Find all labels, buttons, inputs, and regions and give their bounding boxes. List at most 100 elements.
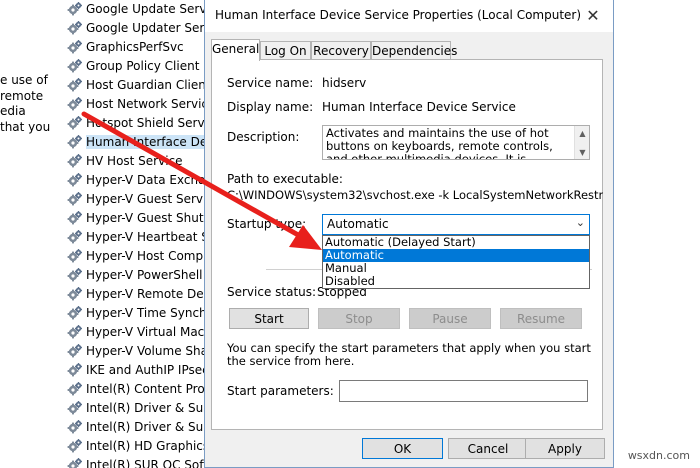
stop-button[interactable]: Stop — [318, 308, 400, 329]
service-row[interactable]: Hyper-V Guest Service — [64, 189, 214, 208]
service-row[interactable]: Intel(R) Driver & Suppo — [64, 417, 214, 436]
close-icon: ✕ — [586, 6, 600, 25]
service-name: Intel(R) Content Protec — [86, 381, 214, 396]
start-button[interactable]: Start — [229, 308, 309, 329]
service-row[interactable]: Intel(R) HD Graphics C — [64, 436, 214, 455]
service-name: HV Host Service — [86, 153, 183, 168]
service-name: Hyper-V Data Exchang — [86, 172, 214, 187]
service-name: Hyper-V PowerShell Di — [86, 267, 214, 282]
service-row[interactable]: Human Interface Devic — [64, 132, 214, 151]
service-name: IKE and AuthIP IPsec K — [86, 362, 214, 377]
service-row[interactable]: Hyper-V Guest Shutdo — [64, 208, 214, 227]
display-name-label: Display name: — [227, 100, 314, 114]
service-row[interactable]: Host Network Service — [64, 94, 214, 113]
tab-dependencies[interactable]: Dependencies — [371, 41, 457, 60]
description-box[interactable]: Activates and maintains the use of hot b… — [322, 125, 590, 160]
service-row[interactable]: Hotspot Shield Service — [64, 113, 214, 132]
gear-icon — [67, 248, 82, 262]
gear-icon — [67, 20, 82, 34]
service-name-label: Service name: — [227, 76, 314, 90]
tab-recovery[interactable]: Recovery — [311, 41, 371, 60]
service-name: Intel(R) Driver & Suppo — [86, 400, 214, 415]
service-name: Hyper-V Volume Shado — [86, 343, 214, 358]
gear-icon — [67, 77, 82, 91]
service-name: Hotspot Shield Service — [86, 115, 214, 130]
description-text: Activates and maintains the use of hot b… — [326, 126, 553, 160]
service-row[interactable]: Group Policy Client — [64, 56, 214, 75]
service-name: Hyper-V Guest Shutdo — [86, 210, 214, 225]
service-row[interactable]: Host Guardian Client S — [64, 75, 214, 94]
service-row[interactable]: HV Host Service — [64, 151, 214, 170]
service-row[interactable]: IKE and AuthIP IPsec K — [64, 360, 214, 379]
cancel-button[interactable]: Cancel — [448, 438, 528, 459]
service-row[interactable]: Hyper-V Virtual Machin — [64, 322, 214, 341]
path-value: C:\WINDOWS\system32\svchost.exe -k Local… — [227, 188, 603, 202]
startup-type-dropdown: Automatic (Delayed Start) Automatic Manual… — [322, 235, 590, 289]
resume-button[interactable]: Resume — [500, 308, 582, 329]
service-name: Hyper-V Virtual Machin — [86, 324, 214, 339]
gear-icon — [67, 419, 82, 433]
gear-icon — [67, 381, 82, 395]
close-button[interactable]: ✕ — [573, 0, 613, 31]
startup-type-select[interactable]: Automatic ⌄ — [322, 214, 590, 235]
service-name: Hyper-V Time Synchro — [86, 305, 214, 320]
pause-button[interactable]: Pause — [409, 308, 491, 329]
service-row[interactable]: Hyper-V Volume Shado — [64, 341, 214, 360]
gear-icon — [67, 39, 82, 53]
background-description-fragment: e use of remote edia that you — [0, 73, 62, 135]
chevron-down-icon[interactable]: ⌄ — [576, 216, 585, 229]
gear-icon — [67, 96, 82, 110]
service-row[interactable]: Hyper-V Heartbeat Ser — [64, 227, 214, 246]
startup-type-value: Automatic — [327, 217, 389, 231]
gear-icon — [67, 457, 82, 468]
tab-general[interactable]: General — [211, 39, 260, 61]
path-label: Path to executable: — [227, 172, 343, 186]
ok-button[interactable]: OK — [362, 438, 443, 459]
service-status-label: Service status: — [227, 285, 317, 299]
dialog-title: Human Interface Device Service Propertie… — [215, 8, 582, 22]
service-name: Host Guardian Client S — [86, 77, 214, 92]
service-row[interactable]: Hyper-V Time Synchro — [64, 303, 214, 322]
gear-icon — [67, 324, 82, 338]
service-row[interactable]: GraphicsPerfSvc — [64, 37, 214, 56]
gear-icon — [67, 153, 82, 167]
gear-icon — [67, 362, 82, 376]
title-bar[interactable]: Human Interface Device Service Propertie… — [205, 0, 613, 32]
service-row[interactable]: Google Updater Service — [64, 18, 214, 37]
service-row[interactable]: Intel(R) Content Protec — [64, 379, 214, 398]
gear-icon — [67, 229, 82, 243]
gear-icon — [67, 1, 82, 15]
watermark: wsxdn.com — [627, 449, 690, 462]
service-row[interactable]: Intel(R) Driver & Suppo — [64, 398, 214, 417]
service-row[interactable]: Hyper-V Host Comput — [64, 246, 214, 265]
fragment-line: e use of — [0, 73, 48, 87]
service-name: Human Interface Devic — [86, 134, 214, 149]
service-name: Intel(R) SUR QC Softwa — [86, 457, 214, 468]
service-name: Group Policy Client — [86, 58, 200, 73]
scroll-down-icon[interactable]: ▼ — [575, 145, 589, 159]
service-row[interactable]: Intel(R) SUR QC Softwa — [64, 455, 214, 468]
service-row[interactable]: Google Update Service — [64, 0, 214, 18]
gear-icon — [67, 343, 82, 357]
tab-log-on[interactable]: Log On — [260, 41, 311, 60]
general-panel: Service name: hidserv Display name: Huma… — [211, 59, 603, 430]
scroll-up-icon[interactable]: ▲ — [575, 126, 589, 140]
gear-icon — [67, 286, 82, 300]
service-row[interactable]: Hyper-V PowerShell Di — [64, 265, 214, 284]
service-row[interactable]: Hyper-V Data Exchang — [64, 170, 214, 189]
start-params-label: Start parameters: — [227, 384, 334, 398]
service-name-value: hidserv — [322, 76, 367, 90]
service-name: Hyper-V Host Comput — [86, 248, 214, 263]
display-name-value: Human Interface Device Service — [322, 100, 516, 114]
startup-option[interactable]: Disabled — [323, 275, 589, 288]
gear-icon — [67, 438, 82, 452]
gear-icon — [67, 400, 82, 414]
service-name: Google Updater Service — [86, 20, 214, 35]
description-label: Description: — [227, 130, 300, 144]
services-list: Google Update Service Google Updater Serv… — [64, 0, 214, 468]
start-params-input[interactable] — [339, 380, 588, 402]
apply-button[interactable]: Apply — [525, 438, 605, 459]
service-row[interactable]: Hyper-V Remote Deskt — [64, 284, 214, 303]
service-name: Intel(R) Driver & Suppo — [86, 419, 214, 434]
description-scrollbar[interactable]: ▲ ▼ — [574, 126, 589, 159]
